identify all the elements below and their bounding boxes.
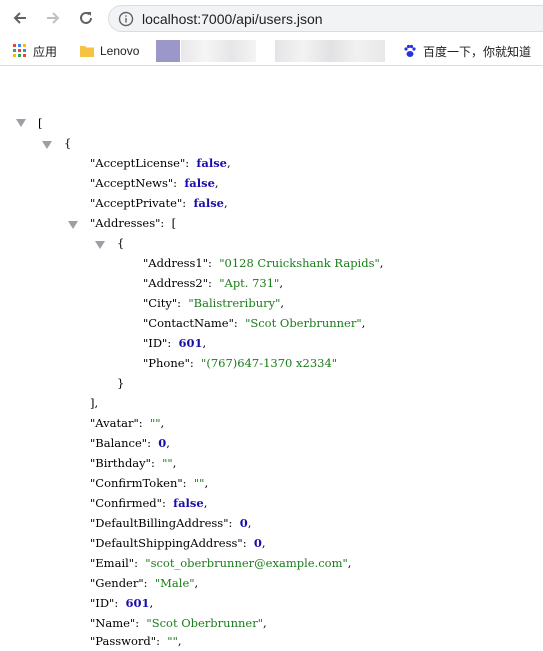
json-key: "Address1": <box>143 256 212 270</box>
json-key: "Addresses": <box>90 216 165 230</box>
json-key: "Password": <box>90 634 160 648</box>
json-value: "scot_oberbrunner@example.com" <box>145 556 348 570</box>
reload-icon <box>80 11 92 24</box>
json-key: "ConfirmToken": <box>90 476 187 490</box>
back-arrow-icon <box>13 12 26 24</box>
json-value: "(767)647-1370 x2334" <box>201 356 338 370</box>
json-key: "Address2": <box>143 276 212 290</box>
reload-button[interactable] <box>76 8 96 28</box>
json-field: "AcceptLicense": false, <box>90 156 231 170</box>
apps-grid-icon <box>13 44 26 57</box>
json-key: "Gender": <box>90 576 148 590</box>
url-text: localhost:7000/api/users.json <box>142 11 323 27</box>
json-field: "AcceptNews": false, <box>90 176 219 190</box>
bookmark-baidu[interactable]: 百度一下，你就知道 <box>403 37 531 65</box>
json-field: "DefaultShippingAddress": 0, <box>90 536 266 550</box>
json-field: "Birthday": "", <box>90 456 177 470</box>
json-key: "Confirmed": <box>90 496 166 510</box>
json-key: "ID": <box>143 336 172 350</box>
json-value: false <box>184 176 215 190</box>
json-field: "Address1": "0128 Cruickshank Rapids", <box>143 256 384 270</box>
json-value: 601 <box>178 336 203 350</box>
json-value: false <box>173 496 204 510</box>
json-field: "Password": "", <box>90 634 182 648</box>
json-value: 0 <box>239 516 248 530</box>
json-value: "Apt. 731" <box>219 276 280 290</box>
json-field-addresses: "Addresses": [ <box>90 216 177 230</box>
array-open-bracket: [ <box>38 116 43 130</box>
json-key: "Birthday": <box>90 456 155 470</box>
json-value: "" <box>162 456 173 470</box>
bookmark-lenovo-label: Lenovo <box>100 44 140 58</box>
bookmark-apps[interactable]: 应用 <box>13 37 57 65</box>
json-field: "Address2": "Apt. 731", <box>143 276 284 290</box>
blurred-bookmark[interactable] <box>275 40 385 62</box>
collapse-toggle-icon[interactable] <box>95 241 105 249</box>
json-field: "ConfirmToken": "", <box>90 476 209 490</box>
json-field: "Confirmed": false, <box>90 496 208 510</box>
json-key: "DefaultShippingAddress": <box>90 536 247 550</box>
json-value: "Scot Oberbrunner" <box>146 616 263 630</box>
folder-icon <box>80 46 94 57</box>
json-key: "ContactName": <box>143 316 238 330</box>
json-value: 601 <box>125 596 150 610</box>
address-bar[interactable]: localhost:7000/api/users.json <box>108 5 543 32</box>
json-viewer: [ { "AcceptLicense": false, "AcceptNews"… <box>0 67 543 648</box>
forward-arrow-icon <box>47 12 60 24</box>
json-key: "AcceptPrivate": <box>90 196 187 210</box>
json-value: "" <box>167 634 178 648</box>
collapse-toggle-icon[interactable] <box>42 141 52 149</box>
json-value: "Balistreribury" <box>188 296 281 310</box>
json-field: "Phone": "(767)647-1370 x2334" <box>143 353 337 373</box>
bookmark-apps-label: 应用 <box>33 44 58 59</box>
json-field: "ContactName": "Scot Oberbrunner", <box>143 316 366 330</box>
json-field: "City": "Balistreribury", <box>143 296 285 310</box>
collapse-toggle-icon[interactable] <box>68 221 78 229</box>
json-field: "Email": "scot_oberbrunner@example.com", <box>90 556 352 570</box>
json-key: "Phone": <box>143 356 194 370</box>
json-key: "AcceptLicense": <box>90 156 190 170</box>
object-close-brace: } <box>117 376 125 390</box>
json-value: false <box>193 196 224 210</box>
blurred-bookmark[interactable] <box>181 40 256 62</box>
json-value: "" <box>193 476 205 490</box>
json-value: false <box>196 156 227 170</box>
browser-toolbar: localhost:7000/api/users.json <box>0 0 543 37</box>
array-close-bracket: ], <box>90 396 99 410</box>
json-key: "Email": <box>90 556 138 570</box>
forward-button[interactable] <box>43 8 63 28</box>
json-value: "" <box>149 416 161 430</box>
json-field: "AcceptPrivate": false, <box>90 196 228 210</box>
blurred-bookmark-icon <box>156 40 180 62</box>
json-key: "AcceptNews": <box>90 176 178 190</box>
json-value: 0 <box>253 536 262 550</box>
json-value: "Scot Oberbrunner" <box>245 316 362 330</box>
baidu-paw-icon <box>404 44 416 57</box>
json-value: "0128 Cruickshank Rapids" <box>219 256 380 270</box>
json-key: "Name": <box>90 616 140 630</box>
json-field: "Avatar": "", <box>90 416 165 430</box>
json-field: "Gender": "Male", <box>90 576 199 590</box>
json-value: "Male" <box>154 576 195 590</box>
back-button[interactable] <box>10 8 30 28</box>
json-field: "DefaultBillingAddress": 0, <box>90 516 252 530</box>
json-key: "Avatar": <box>90 416 143 430</box>
object-open-brace: { <box>64 136 72 150</box>
json-field: "Balance": 0, <box>90 436 170 450</box>
json-field: "ID": 601, <box>143 336 207 350</box>
json-key: "City": <box>143 296 182 310</box>
collapse-toggle-icon[interactable] <box>16 119 26 127</box>
object-open-brace: { <box>117 236 125 250</box>
json-field: "Name": "Scot Oberbrunner", <box>90 616 267 630</box>
json-field: "ID": 601, <box>90 596 154 610</box>
bookmarks-bar: 应用 Lenovo 百度一下，你就知道 <box>0 37 543 66</box>
bookmark-lenovo[interactable]: Lenovo <box>80 37 139 65</box>
site-info-icon[interactable] <box>118 11 134 32</box>
bookmark-baidu-label: 百度一下，你就知道 <box>423 44 532 59</box>
json-key: "DefaultBillingAddress": <box>90 516 233 530</box>
json-key: "ID": <box>90 596 119 610</box>
json-key: "Balance": <box>90 436 151 450</box>
